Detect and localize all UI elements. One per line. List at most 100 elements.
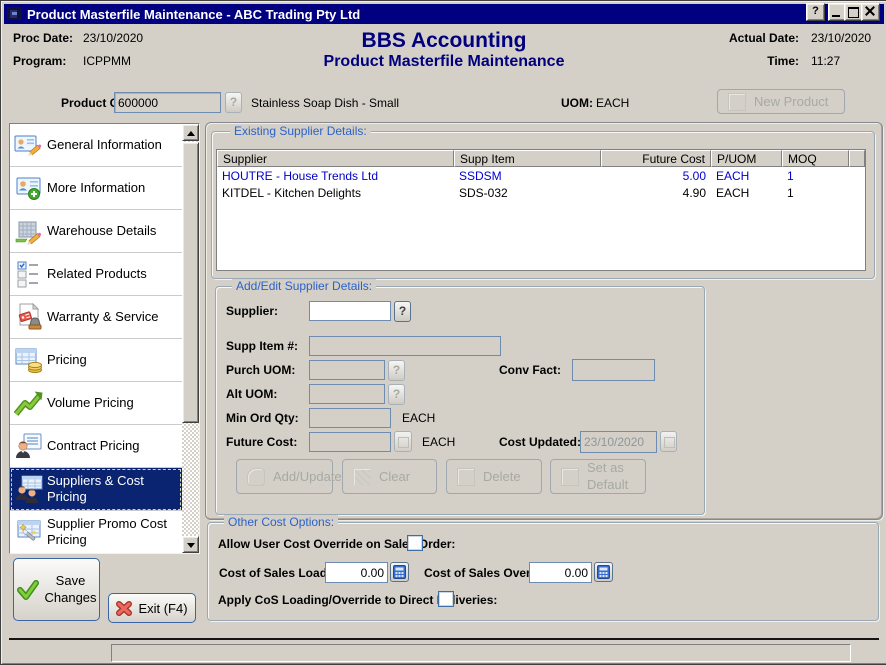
red-x-icon [116, 601, 132, 616]
status-bar-field [111, 644, 851, 662]
new-product-icon [728, 93, 746, 111]
exit-button[interactable]: Exit (F4) [108, 593, 196, 623]
sidebar-item-warehouse-details[interactable]: Warehouse Details [10, 210, 182, 253]
time-value: 11:27 [811, 54, 840, 68]
app-window: Product Masterfile Maintenance - ABC Tra… [0, 0, 886, 665]
delete-button[interactable]: Delete [446, 459, 542, 494]
cell-supp_item: SDS-032 [454, 186, 601, 200]
help-button[interactable]: ? [806, 3, 825, 21]
sidebar-item-label: Warehouse Details [47, 223, 175, 239]
sidebar-item-general-information[interactable]: General Information [10, 124, 182, 167]
column-header[interactable]: Supplier [217, 150, 454, 167]
actual-date-value: 23/10/2020 [811, 31, 871, 45]
sidebar-item-label: Suppliers & Cost Pricing [47, 473, 175, 506]
card-pencil-icon [14, 130, 44, 160]
min-ord-qty-input[interactable] [309, 408, 391, 428]
table-row[interactable]: KITDEL - Kitchen DelightsSDS-0324.90EACH… [217, 184, 865, 201]
cell-p_uom: EACH [711, 186, 782, 200]
clear-button[interactable]: Clear [342, 459, 437, 494]
min-ord-uom-text: EACH [402, 411, 435, 425]
product-code-input[interactable] [114, 92, 221, 113]
title-bar: Product Masterfile Maintenance - ABC Tra… [4, 4, 884, 24]
footer-divider [9, 638, 879, 640]
cell-moq: 1 [782, 169, 849, 183]
program-value: ICPPMM [83, 54, 131, 68]
proc-date-label: Proc Date: [13, 31, 73, 45]
conv-fact-input[interactable] [572, 359, 655, 381]
sidebar-item-more-information[interactable]: More Information [10, 167, 182, 210]
set-as-default-button[interactable]: Set as Default [550, 459, 646, 494]
warehouse-icon [14, 216, 44, 246]
calculator-icon [597, 565, 610, 579]
set-default-icon [561, 468, 579, 486]
column-header[interactable]: Future Cost [601, 150, 711, 167]
column-header[interactable]: Supp Item [454, 150, 601, 167]
close-button[interactable] [861, 3, 880, 21]
sidebar-item-volume-pricing[interactable]: Volume Pricing [10, 382, 182, 425]
add-update-icon [247, 468, 265, 486]
maximize-icon [848, 7, 859, 18]
uom-label: UOM: [561, 96, 593, 110]
sidebar-item-suppliers-cost-pricing[interactable]: Suppliers & Cost Pricing [10, 468, 182, 511]
supp-item-input[interactable] [309, 336, 501, 356]
column-header[interactable]: MOQ [782, 150, 849, 167]
future-cost-calculator-button[interactable] [394, 431, 412, 452]
purch-uom-input[interactable] [309, 360, 385, 380]
scroll-up-button[interactable] [182, 124, 199, 141]
sidebar-item-supplier-promo-cost-pricing[interactable]: Supplier Promo Cost Pricing [10, 511, 182, 554]
allow-override-checkbox[interactable] [407, 535, 423, 551]
people-table-icon [14, 474, 44, 504]
cell-supplier: HOUTRE - House Trends Ltd [217, 169, 454, 183]
alt-uom-input[interactable] [309, 384, 385, 404]
sidebar-item-related-products[interactable]: Related Products [10, 253, 182, 296]
sidebar-item-warranty-service[interactable]: Warranty & Service [10, 296, 182, 339]
sidebar-item-contract-pricing[interactable]: Contract Pricing [10, 425, 182, 468]
supplier-table: SupplierSupp ItemFuture CostP/UOMMOQ HOU… [216, 149, 866, 271]
cos-override-input[interactable] [529, 562, 592, 583]
delete-icon [457, 468, 475, 486]
uom-value: EACH [596, 96, 629, 110]
future-cost-input[interactable] [309, 432, 391, 452]
add-update-button[interactable]: Add/Update [236, 459, 333, 494]
cos-override-calculator-button[interactable] [594, 562, 613, 582]
supplier-lookup-button[interactable]: ? [394, 301, 411, 322]
purch-uom-lookup-button[interactable]: ? [388, 360, 405, 381]
calculator-icon [398, 437, 409, 448]
add-edit-group: Add/Edit Supplier Details: Supplier: ? S… [215, 286, 705, 515]
sidebar-item-pricing[interactable]: Pricing [10, 339, 182, 382]
green-check-icon [17, 580, 39, 600]
cost-updated-input[interactable] [580, 431, 657, 453]
sidebar-item-label: General Information [47, 137, 175, 153]
sidebar-item-label: Contract Pricing [47, 438, 175, 454]
checklist-icon [14, 259, 44, 289]
purch-uom-label: Purch UOM: [226, 363, 295, 377]
column-header[interactable]: P/UOM [711, 150, 782, 167]
future-cost-label: Future Cost: [226, 435, 297, 449]
table-row[interactable]: HOUTRE - House Trends LtdSSDSM5.00EACH1 [217, 167, 865, 184]
sidebar-list: General Information More Information Wareh… [10, 124, 182, 553]
growth-chart-icon [14, 388, 44, 418]
cost-updated-calendar-button[interactable] [660, 431, 677, 452]
other-cost-group-title: Other Cost Options: [224, 515, 338, 529]
new-product-button[interactable]: New Product [717, 89, 845, 114]
scroll-down-button[interactable] [182, 536, 199, 553]
supplier-input[interactable] [309, 301, 391, 321]
cell-future_cost: 5.00 [601, 169, 711, 183]
sidebar-scrollbar[interactable] [182, 124, 199, 553]
exit-label: Exit (F4) [138, 601, 187, 616]
supplier-label: Supplier: [226, 304, 278, 318]
cos-loading-input[interactable] [325, 562, 388, 583]
card-plus-icon [14, 173, 44, 203]
table-coins-icon [14, 345, 44, 375]
product-description: Stainless Soap Dish - Small [251, 96, 399, 110]
cell-p_uom: EACH [711, 169, 782, 183]
cos-loading-calculator-button[interactable] [390, 562, 409, 582]
product-code-lookup-button[interactable]: ? [225, 92, 242, 113]
alt-uom-lookup-button[interactable]: ? [388, 384, 405, 405]
apply-cos-checkbox[interactable] [438, 591, 454, 607]
existing-supplier-group-title: Existing Supplier Details: [230, 124, 371, 138]
column-header[interactable] [849, 150, 865, 167]
supplier-table-header: SupplierSupp ItemFuture CostP/UOMMOQ [217, 150, 865, 167]
scrollbar-thumb[interactable] [182, 142, 199, 423]
save-changes-button[interactable]: Save Changes [13, 558, 100, 621]
